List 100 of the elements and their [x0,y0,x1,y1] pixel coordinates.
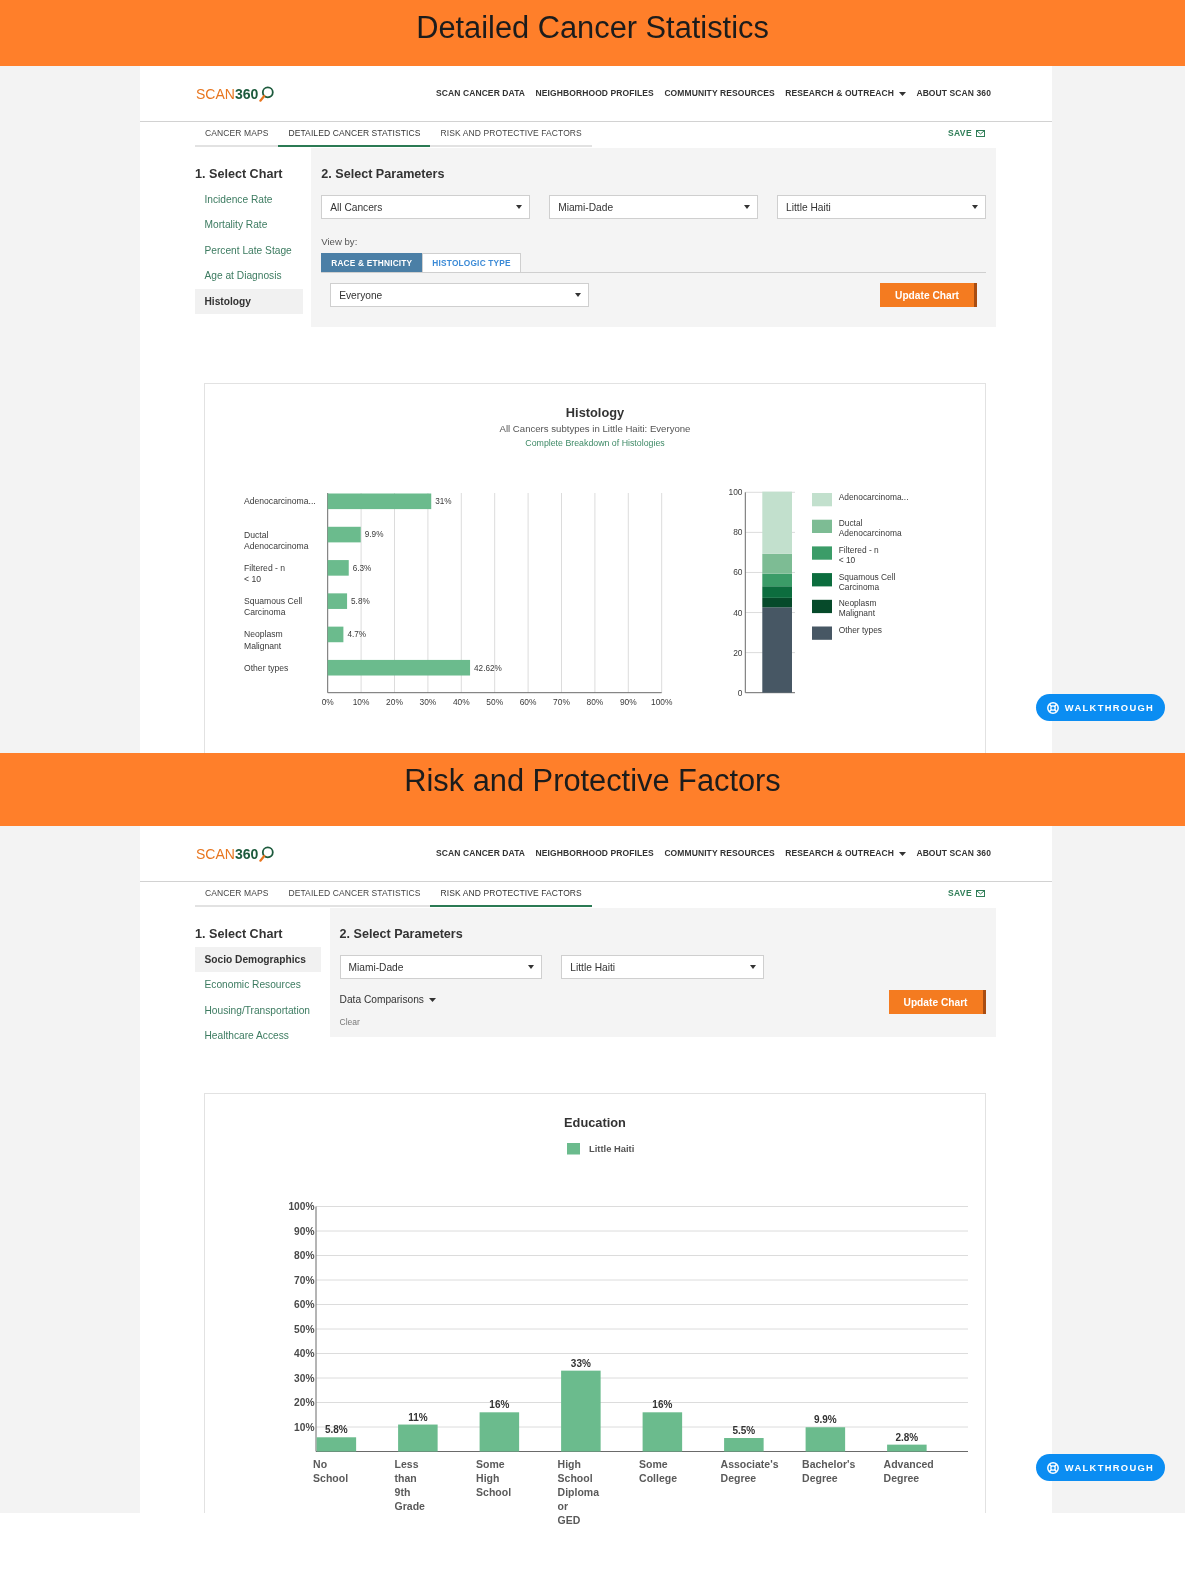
section-heading: 1. Select Chart [195,926,284,943]
axis-tick-label: 80% [586,697,604,708]
dropdown-field[interactable]: Miami-Dade [549,195,758,219]
nav-link[interactable]: ABOUT SCAN 360 [916,848,991,859]
chart-menu-item[interactable]: Percent Late Stage [195,237,303,264]
dropdown-field[interactable]: Miami-Dade [339,955,542,979]
nav-link[interactable]: COMMUNITY RESOURCES [664,848,775,859]
chart-title: Education [564,1114,626,1131]
nav-link[interactable]: ABOUT SCAN 360 [916,88,991,99]
bar-value-label: 6.3% [352,563,372,573]
chart-menu-item[interactable]: Healthcare Access [195,1023,322,1049]
axis-tick-label: 100% [651,697,673,708]
nav-link[interactable]: SCAN CANCER DATA [435,88,526,99]
axis-tick-label: 20 [733,647,743,658]
clear-link[interactable]: Clear [339,1015,360,1028]
tab[interactable]: DETAILED CANCER STATISTICS [278,882,431,907]
legend-label: Adenocarcinoma... [838,491,909,502]
bar-value-label: 16% [652,1399,673,1411]
bar [642,1412,683,1452]
chart-menu-item[interactable]: Economic Resources [195,972,322,998]
chart-menu-item[interactable]: Histology [195,288,303,314]
axis-tick-label: 10% [352,697,370,708]
category-label: Other types [244,662,289,673]
caret-icon [515,205,522,209]
chart-menu-item[interactable]: Age at Diagnosis [195,263,303,289]
axis-tick-label: 0 [737,687,743,698]
data-comparisons-dropdown[interactable]: Data Comparisons [339,992,436,1007]
chart-menu-item[interactable]: Incidence Rate [195,187,303,213]
bar-value-label: 5.5% [732,1425,756,1437]
axis-tick-label: 40 [733,607,743,618]
field-label: View by: [321,235,358,248]
envelope-icon [976,889,985,897]
category-label: Neoplasm Malignant [244,629,283,651]
category-label: Some College [639,1457,678,1484]
axis-tick-label: 30% [419,697,437,708]
caret-icon [575,293,582,297]
category-label: Some High School [476,1457,512,1498]
section-heading: 2. Select Parameters [339,926,464,943]
bar-value-label: 9.9% [813,1414,837,1426]
bar-value-label: 2.8% [895,1431,919,1443]
dropdown-field[interactable]: Little Haiti [561,955,764,979]
section-heading: 1. Select Chart [195,166,284,183]
axis-tick-label: 60% [519,697,537,708]
bar-value-label: 4.7% [347,630,367,640]
save-link[interactable]: SAVE [947,128,985,138]
category-label: Bachelor's Degree [802,1457,856,1484]
chart-menu-item[interactable]: Housing/Transportation [195,997,322,1024]
axis-tick-label: 70% [294,1274,315,1286]
category-label: No School [313,1457,349,1484]
envelope-icon [976,129,985,137]
axis-tick-label: 100 [728,487,743,498]
nav-link[interactable]: SCAN CANCER DATA [435,848,526,859]
nav-link[interactable]: NEIGHBORHOOD PROFILES [535,88,654,99]
view-by-toggle[interactable]: RACE & ETHNICITY [321,253,423,272]
tab[interactable]: CANCER MAPS [195,122,279,147]
lifebuoy-icon [1046,701,1059,714]
dropdown-field[interactable]: Little Haiti [777,195,986,219]
axis-tick-label: 40% [294,1348,315,1360]
banner-title: Risk and Protective Factors [404,763,781,799]
tab[interactable]: CANCER MAPS [195,882,279,907]
nav-link[interactable]: NEIGHBORHOOD PROFILES [535,848,654,859]
nav-link[interactable]: COMMUNITY RESOURCES [664,88,775,99]
legend-label: Filtered - n < 10 [838,544,879,565]
dropdown-field[interactable]: Everyone [330,283,590,307]
magnifier-icon [259,845,275,862]
caret-icon [749,965,756,969]
magnifier-icon [259,85,275,102]
bar [805,1427,846,1452]
axis-tick-label: 60 [733,567,743,578]
dropdown-field[interactable]: All Cancers [321,195,530,219]
bar [327,526,361,543]
axis-tick-label: 90% [619,697,637,708]
view-by-toggle[interactable]: HISTOLOGIC TYPE [422,253,521,272]
bar-value-label: 5.8% [324,1424,348,1436]
legend-label: Little Haiti [589,1143,635,1154]
tab[interactable]: RISK AND PROTECTIVE FACTORS [430,122,592,147]
bar-value-label: 33% [570,1357,591,1369]
breakdown-link[interactable]: Complete Breakdown of Histologies [525,436,665,451]
category-label: Advanced Degree [883,1457,934,1484]
caret-icon [898,91,906,96]
bar [398,1424,438,1452]
nav-link[interactable]: RESEARCH & OUTREACH [785,848,906,859]
banner-title: Detailed Cancer Statistics [416,10,769,46]
axis-tick-label: 20% [294,1397,315,1409]
category-label: Adenocarcinoma... [244,496,316,507]
axis-tick-label: 70% [553,697,570,708]
axis-tick-label: 30% [294,1372,315,1384]
axis-tick-label: 80 [733,527,743,538]
chart-menu-item[interactable]: Mortality Rate [195,212,303,238]
axis-tick-label: 50% [486,697,504,708]
nav-link[interactable]: RESEARCH & OUTREACH [785,88,906,99]
save-link[interactable]: SAVE [947,888,985,898]
caret-icon [971,205,978,209]
bar [327,560,349,576]
axis-tick-label: 60% [294,1299,315,1311]
chart-menu-item[interactable]: Socio Demographics [195,947,322,973]
axis-tick-label: 90% [294,1225,315,1237]
logo-wordmark[interactable]: SCAN360 [196,85,259,102]
logo-wordmark[interactable]: SCAN360 [196,845,259,862]
legend-label: Other types [838,625,882,635]
